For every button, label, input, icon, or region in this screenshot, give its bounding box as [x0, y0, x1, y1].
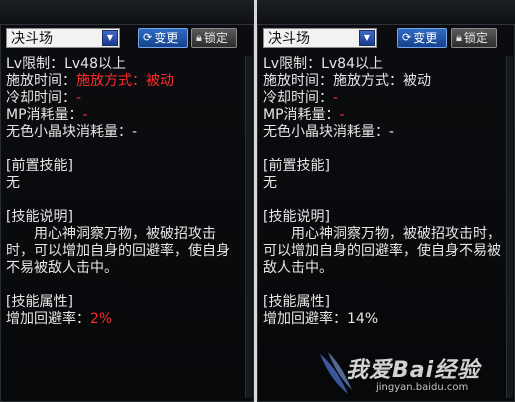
change-button-label: 变更: [413, 31, 438, 45]
skill-description: 用心神洞察万物，被破招攻击时，可以增加自身的回避率，使自身不易被敌人击中。: [6, 226, 230, 276]
chevron-down-icon[interactable]: ▼: [359, 30, 375, 46]
skill-panel-left: 决斗场 ▼ ⟳ 变更 🔒︎ 锁定 Lv限制：Lv48以上 施放时间：施放方式：被…: [0, 0, 254, 402]
cooldown-label: 冷却时间：: [6, 90, 76, 106]
panel-toolbar: 决斗场 ▼ ⟳ 变更 🔒︎ 锁定: [0, 24, 254, 56]
lv-limit-label: Lv限制：: [263, 56, 322, 72]
desc-header: [技能说明]: [263, 209, 330, 225]
lv-limit-row: Lv限制：Lv48以上: [6, 56, 242, 73]
cast-time-row: 施放时间：施放方式：被动: [6, 73, 242, 90]
skill-info: Lv限制：Lv84以上 施放时间：施放方式：被动 冷却时间：- MP消耗量：- …: [263, 56, 503, 328]
prereq-header: [前置技能]: [263, 158, 330, 174]
crystal-cost-label: 无色小晶块消耗量：: [263, 124, 389, 140]
change-button[interactable]: ⟳ 变更: [397, 28, 447, 48]
cooldown-value: -: [76, 90, 82, 106]
prereq-value: 无: [6, 175, 20, 191]
attr-header: [技能属性]: [6, 294, 73, 310]
mp-cost-label: MP消耗量：: [263, 107, 340, 123]
map-dropdown-value: 决斗场: [268, 31, 310, 47]
crystal-cost-value: -: [132, 124, 138, 140]
panel-top-bar: [257, 0, 515, 25]
lock-button-label: 锁定: [203, 31, 228, 45]
attr-row: 增加回避率：2%: [6, 311, 242, 328]
chevron-down-icon[interactable]: ▼: [102, 30, 118, 46]
lv-limit-label: Lv限制：: [6, 56, 65, 72]
prereq-value: 无: [263, 175, 277, 191]
prereq-header: [前置技能]: [6, 158, 73, 174]
cast-time-label: 施放时间：: [263, 73, 333, 89]
refresh-icon: ⟳: [402, 31, 412, 44]
refresh-icon: ⟳: [143, 31, 153, 44]
mp-cost-value: -: [339, 107, 345, 123]
crystal-cost-row: 无色小晶块消耗量：-: [263, 124, 503, 141]
desc-header: [技能说明]: [6, 209, 73, 225]
crystal-cost-label: 无色小晶块消耗量：: [6, 124, 132, 140]
scrollbar[interactable]: [245, 56, 252, 398]
map-dropdown[interactable]: 决斗场 ▼: [263, 28, 377, 48]
attr-label: 增加回避率：: [6, 311, 90, 327]
attr-value: 14%: [347, 311, 379, 327]
mp-cost-label: MP消耗量：: [6, 107, 83, 123]
lv-limit-row: Lv限制：Lv84以上: [263, 56, 503, 73]
lock-icon: 🔒︎: [196, 31, 202, 44]
map-dropdown-value: 决斗场: [11, 31, 53, 47]
attr-header: [技能属性]: [263, 294, 330, 310]
mp-cost-value: -: [82, 107, 88, 123]
skill-description: 用心神洞察万物，被破招攻击时，可以增加自身的回避率，使自身不易被敌人击中。: [263, 226, 501, 276]
crystal-cost-row: 无色小晶块消耗量：-: [6, 124, 242, 141]
attr-label: 增加回避率：: [263, 311, 347, 327]
cast-time-value: 施放方式：被动: [76, 73, 174, 89]
cast-time-label: 施放时间：: [6, 73, 76, 89]
cooldown-value: -: [333, 90, 339, 106]
lock-button[interactable]: 🔒︎ 锁定: [191, 28, 237, 48]
lv-limit-value: Lv84以上: [321, 56, 383, 72]
panel-top-bar: [0, 0, 254, 25]
change-button-label: 变更: [154, 31, 179, 45]
crystal-cost-value: -: [389, 124, 395, 140]
lock-button-label: 锁定: [463, 31, 488, 45]
lv-limit-value: Lv48以上: [64, 56, 126, 72]
panel-toolbar: 决斗场 ▼ ⟳ 变更 🔒︎ 锁定: [257, 24, 515, 56]
map-dropdown[interactable]: 决斗场 ▼: [6, 28, 120, 48]
cooldown-row: 冷却时间：-: [6, 90, 242, 107]
mp-cost-row: MP消耗量：-: [6, 107, 242, 124]
scrollbar[interactable]: [506, 56, 513, 398]
change-button[interactable]: ⟳ 变更: [138, 28, 188, 48]
attr-value: 2%: [90, 311, 113, 327]
skill-panel-right: 决斗场 ▼ ⟳ 变更 🔒︎ 锁定 Lv限制：Lv84以上 施放时间：施放方式：被…: [257, 0, 515, 402]
attr-row: 增加回避率：14%: [263, 311, 503, 328]
cooldown-label: 冷却时间：: [263, 90, 333, 106]
cooldown-row: 冷却时间：-: [263, 90, 503, 107]
cast-time-row: 施放时间：施放方式：被动: [263, 73, 503, 90]
lock-icon: 🔒︎: [456, 31, 462, 44]
skill-info: Lv限制：Lv48以上 施放时间：施放方式：被动 冷却时间：- MP消耗量：- …: [6, 56, 242, 328]
lock-button[interactable]: 🔒︎ 锁定: [451, 28, 497, 48]
mp-cost-row: MP消耗量：-: [263, 107, 503, 124]
cast-time-value: 施放方式：被动: [333, 73, 431, 89]
